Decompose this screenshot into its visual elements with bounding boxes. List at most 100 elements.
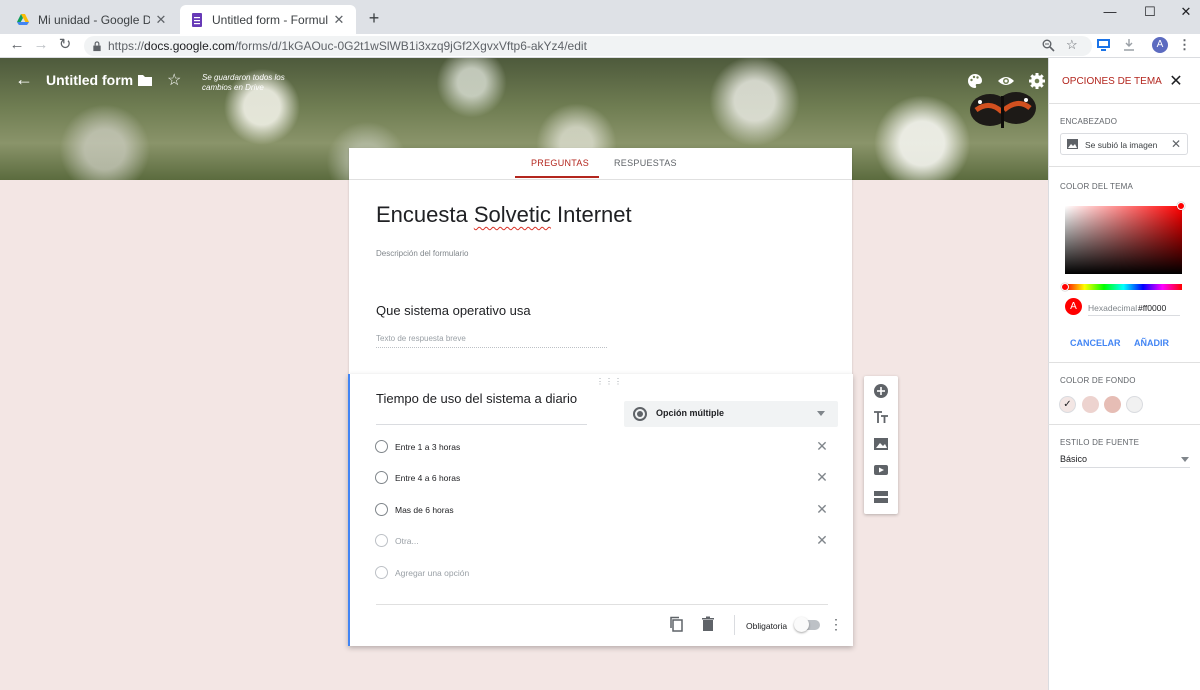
browser-tab-forms[interactable]: Untitled form - Formularios de G ✕ <box>180 5 356 34</box>
panel-title: OPCIONES DE TEMA <box>1062 76 1162 87</box>
add-video-icon[interactable] <box>873 462 889 478</box>
palette-icon[interactable] <box>966 72 984 90</box>
minimize-button[interactable]: — <box>1090 4 1130 20</box>
preview-eye-icon[interactable] <box>997 72 1015 90</box>
question-type-label: Opción múltiple <box>656 408 725 418</box>
remove-image-icon[interactable]: ✕ <box>1171 137 1181 151</box>
title-underline <box>376 424 587 425</box>
maximize-button[interactable]: ☐ <box>1130 4 1170 20</box>
duplicate-icon[interactable] <box>668 616 684 632</box>
extension-icon[interactable] <box>1122 38 1136 52</box>
bg-color-swatch[interactable] <box>1126 396 1143 413</box>
option-label[interactable]: Entre 4 a 6 horas <box>395 473 460 483</box>
dropdown-caret-icon[interactable] <box>1181 457 1189 462</box>
bookmark-star-icon[interactable]: ☆ <box>1066 37 1078 53</box>
bg-color-swatch-selected[interactable]: ✓ <box>1059 396 1076 413</box>
folder-icon[interactable] <box>137 73 153 87</box>
other-option[interactable]: Otra... <box>395 536 419 546</box>
tab-title: Mi unidad - Google Drive <box>38 12 150 27</box>
hue-slider-handle[interactable] <box>1061 283 1069 291</box>
option-radio-icon <box>375 471 388 484</box>
required-label: Obligatoria <box>746 621 788 631</box>
option-radio-icon <box>375 566 388 579</box>
header-section-label: ENCABEZADO <box>1060 117 1118 126</box>
url-path: /forms/d/1kGAOuc-0G2t1wSlWB1i3xzq9jGf2Xg… <box>234 39 587 53</box>
avatar[interactable]: A <box>1152 37 1168 53</box>
close-panel-icon[interactable]: ✕ <box>1168 71 1184 91</box>
radio-button-icon <box>633 407 647 421</box>
address-bar[interactable]: https://docs.google.com/forms/d/1kGAOuc-… <box>84 36 1092 56</box>
tab-title: Untitled form - Formularios de G <box>212 12 328 27</box>
cast-icon[interactable] <box>1096 38 1111 52</box>
footer-divider <box>376 604 828 605</box>
option-label[interactable]: Mas de 6 horas <box>395 505 454 515</box>
reload-icon[interactable]: ↻ <box>55 35 75 55</box>
color-picker-handle[interactable] <box>1177 202 1185 210</box>
question-1-title[interactable]: Que sistema operativo usa <box>376 303 531 318</box>
browser-menu-icon[interactable]: ⋮ <box>1178 37 1191 53</box>
hex-input-underline <box>1088 315 1180 316</box>
delete-trash-icon[interactable] <box>700 616 716 632</box>
remove-option-icon[interactable]: ✕ <box>815 438 829 455</box>
back-icon[interactable]: ← <box>7 35 27 55</box>
form-description[interactable]: Descripción del formulario <box>376 249 468 258</box>
butterfly-image <box>970 92 1036 128</box>
bg-color-swatch[interactable] <box>1104 396 1121 413</box>
browser-tab-drive[interactable]: Mi unidad - Google Drive ✕ <box>6 5 178 34</box>
question-type-dropdown[interactable]: Opción múltiple <box>624 401 838 427</box>
tab-preguntas[interactable]: PREGUNTAS <box>531 158 589 168</box>
panel-divider <box>1048 166 1200 167</box>
bg-color-swatch[interactable] <box>1082 396 1099 413</box>
settings-gear-icon[interactable] <box>1028 72 1046 90</box>
option-radio-icon <box>375 440 388 453</box>
font-style-dropdown[interactable]: Básico <box>1060 454 1087 464</box>
footer-separator <box>734 615 735 635</box>
question-2-title[interactable]: Tiempo de uso del sistema a diario <box>376 391 577 406</box>
zoom-icon[interactable] <box>1042 39 1055 52</box>
option-label[interactable]: Entre 1 a 3 horas <box>395 442 460 452</box>
save-status: Se guardaron todos los cambios en Drive <box>202 73 285 92</box>
color-preview-swatch: A <box>1065 298 1082 315</box>
window-close-button[interactable]: ✕ <box>1166 4 1200 20</box>
misspelled-word: Solvetic <box>473 202 551 227</box>
remove-option-icon[interactable]: ✕ <box>815 532 829 549</box>
dropdown-caret-icon <box>817 411 825 416</box>
active-tab-indicator <box>515 176 599 178</box>
form-name[interactable]: Untitled form <box>46 72 133 88</box>
option-radio-icon <box>375 534 388 547</box>
cancel-button[interactable]: CANCELAR <box>1070 338 1121 348</box>
remove-option-icon[interactable]: ✕ <box>815 501 829 518</box>
star-icon[interactable]: ☆ <box>167 70 181 90</box>
header-image-chip[interactable]: Se subió la imagen ✕ <box>1060 133 1188 155</box>
color-saturation-picker[interactable] <box>1065 206 1182 274</box>
font-style-label: ESTILO DE FUENTE <box>1060 438 1140 447</box>
bg-color-label: COLOR DE FONDO <box>1060 376 1136 385</box>
hex-input[interactable]: #ff0000 <box>1138 303 1166 313</box>
form-title-part: Encuesta <box>376 202 474 227</box>
theme-color-label: COLOR DEL TEMA <box>1060 182 1134 191</box>
remove-option-icon[interactable]: ✕ <box>815 469 829 486</box>
drag-handle-icon[interactable]: ⋮⋮⋮ <box>596 377 623 386</box>
option-radio-icon <box>375 503 388 516</box>
add-title-icon[interactable] <box>873 409 889 425</box>
add-option-link[interactable]: Agregar una opción <box>395 568 469 578</box>
panel-divider <box>1048 362 1200 363</box>
url-host: docs.google.com <box>144 39 235 53</box>
add-image-icon[interactable] <box>873 436 889 452</box>
close-tab-icon[interactable]: ✕ <box>154 12 168 28</box>
add-button[interactable]: AÑADIR <box>1134 338 1169 348</box>
more-options-icon[interactable]: ⋮ <box>829 616 843 632</box>
form-tabs <box>349 148 852 180</box>
header-image-status: Se subió la imagen <box>1085 140 1158 150</box>
forward-icon[interactable]: → <box>31 35 51 55</box>
new-tab-button[interactable]: + <box>364 8 384 29</box>
hue-slider[interactable] <box>1065 284 1182 290</box>
add-section-icon[interactable] <box>873 489 889 505</box>
required-toggle[interactable] <box>794 617 820 632</box>
lock-icon <box>93 40 101 51</box>
add-question-icon[interactable] <box>873 383 889 399</box>
close-tab-icon[interactable]: ✕ <box>332 12 346 28</box>
tab-respuestas[interactable]: RESPUESTAS <box>614 158 677 168</box>
back-arrow-icon[interactable]: ← <box>14 69 34 90</box>
form-title[interactable]: Encuesta Solvetic Internet <box>376 202 632 228</box>
